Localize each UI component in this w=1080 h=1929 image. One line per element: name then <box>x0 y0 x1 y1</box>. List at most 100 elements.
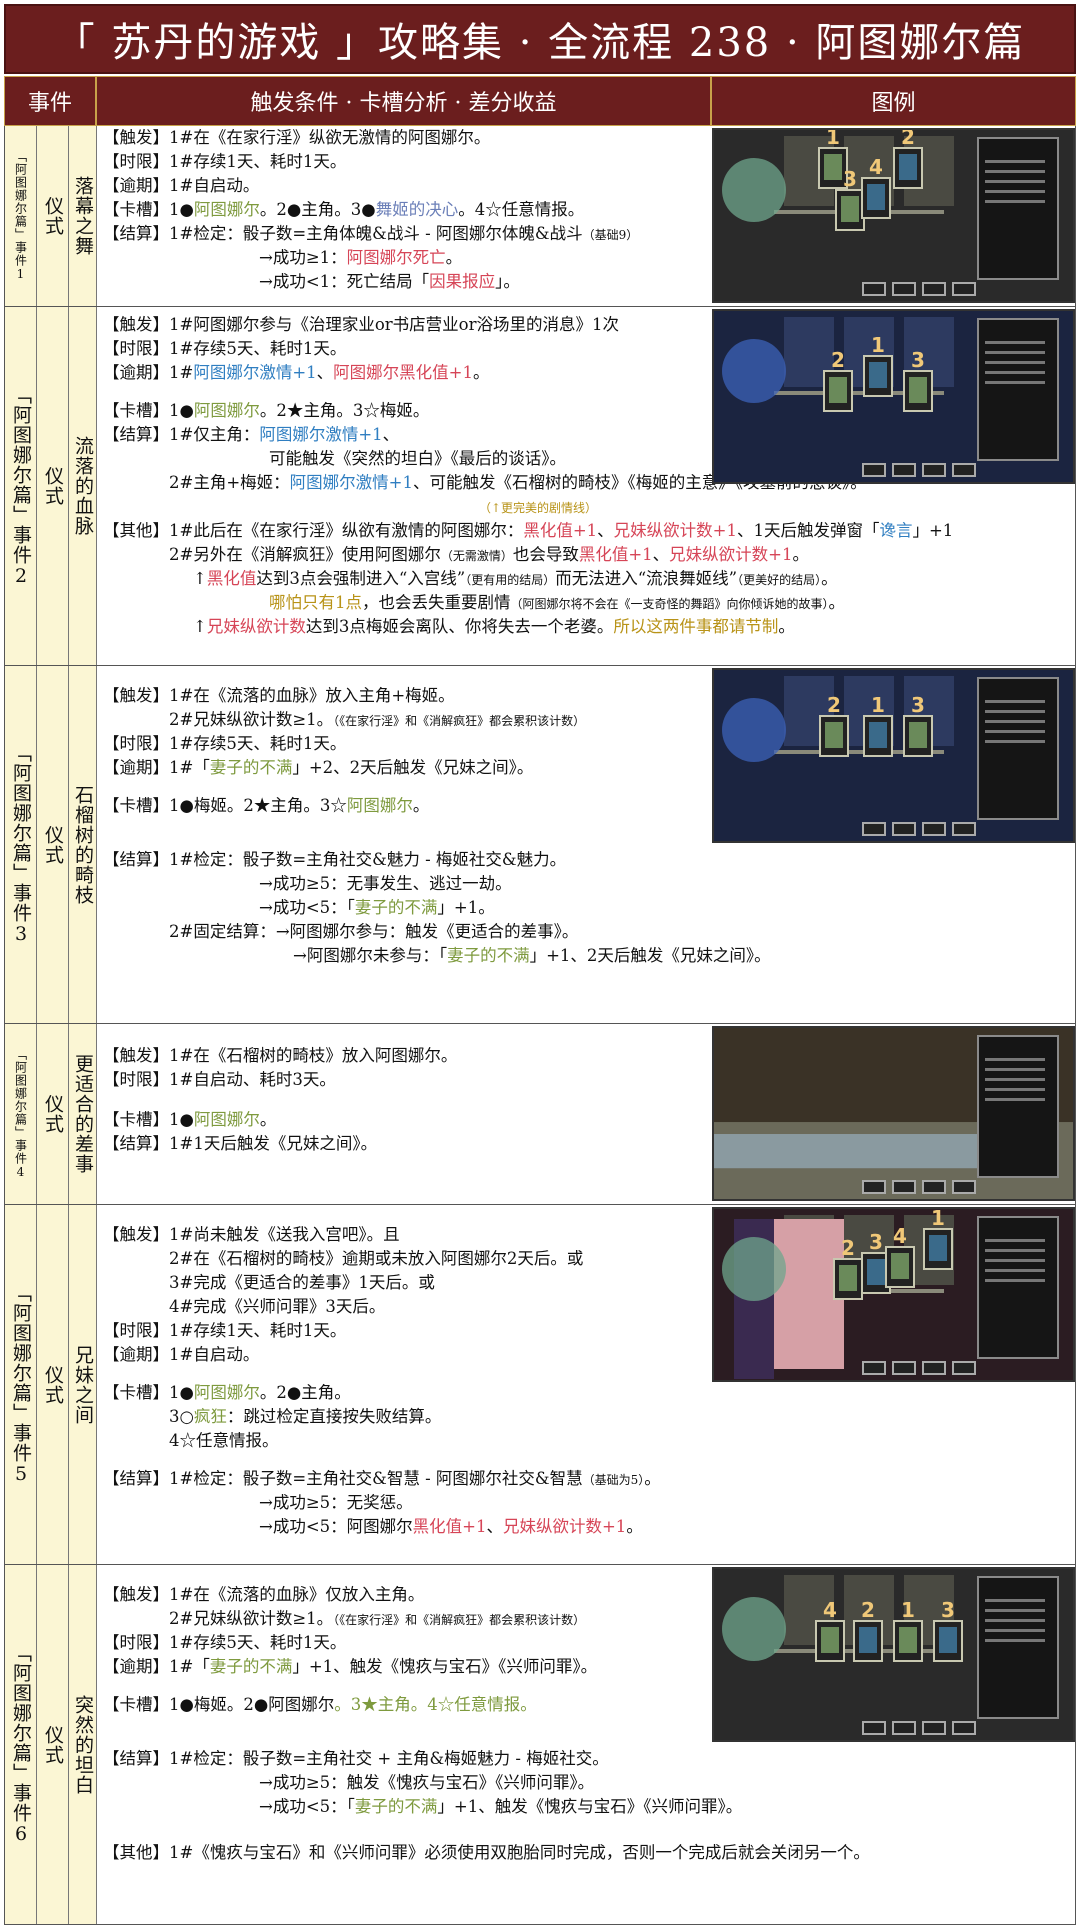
text-segment: （基础为5） <box>582 1473 645 1487</box>
description-line: 【时限】1#存续1天、耗时1天。 <box>103 150 346 174</box>
text-segment: 」+1、触发《愧疚与宝石》《兴师问罪》。 <box>292 1657 598 1676</box>
description-line: 【结算】1#仅主角：阿图娜尔激情+1、 <box>103 423 399 447</box>
text-segment: 【逾期】1#自启动。 <box>103 176 260 195</box>
description-line: 【卡槽】1●阿图娜尔。2●主角。3●舞姬的决心。4☆任意情报。 <box>103 198 584 222</box>
text-segment: →成功<5：「 <box>259 898 355 917</box>
text-segment: 。2●主角。3● <box>259 200 376 219</box>
description-line: →成功<1：死亡结局「因果报应」。 <box>259 270 520 294</box>
chapter-label-text: 「阿图娜尔篇」事件5 <box>10 1283 32 1486</box>
description-line: 【逾期】1#「妻子的不满」+1、触发《愧疚与宝石》《兴师问罪》。 <box>103 1655 597 1679</box>
text-segment: →成功≥1： <box>259 248 347 267</box>
chapter-label-text: 「阿图娜尔篇」事件6 <box>10 1643 32 1846</box>
description-line: 【卡槽】1●梅姬。2★主角。3☆阿图娜尔。 <box>103 794 429 818</box>
description-line: 【时限】1#存续5天、耗时1天。 <box>103 337 346 361</box>
description-line: →成功≥5：触发《愧疚与宝石》《兴师问罪》。 <box>259 1771 594 1795</box>
slot-number: 2 <box>831 348 845 372</box>
text-segment: 【结算】1#仅主角： <box>103 425 260 444</box>
text-segment: 、 <box>382 425 400 444</box>
slot-number: 3 <box>843 167 857 191</box>
description-line: 哪怕只有1点，也会丢失重要剧情（阿图娜尔将不会在《一支奇怪的舞蹈》向你倾诉她的故… <box>269 591 845 615</box>
text-segment: 阿图娜尔 <box>193 1383 260 1402</box>
text-segment: 阿图娜尔激情+1 <box>289 473 413 492</box>
description-line: 2#兄妹纵欲计数≥1。（《在家行淫》和《消解疯狂》都会累积该计数） <box>169 1607 585 1631</box>
event-name-text: 更适合的差事 <box>72 1054 94 1174</box>
text-segment: 可能触发《突然的坦白》《最后的谈话》。 <box>269 449 566 468</box>
text-segment: 【触发】1#在《流落的血脉》仅放入主角。 <box>103 1585 425 1604</box>
text-segment: 【逾期】1#「 <box>103 758 210 777</box>
text-segment: 而无法进入“流浪舞姬线” <box>555 569 738 588</box>
text-segment: 达到3点会强制进入“入宫线” <box>256 569 466 588</box>
chapter-label: 「阿图娜尔篇」事件6 <box>5 1565 37 1924</box>
text-segment: →成功≥5：无奖惩。 <box>259 1493 413 1512</box>
slot-number: 1 <box>826 130 840 149</box>
text-segment: 2#另外在《消解疯狂》使用阿图娜尔 <box>169 545 441 564</box>
text-segment: →成功≥5：无事发生、逃过一劫。 <box>259 874 512 893</box>
text-segment: （《在家行淫》和《消解疯狂》都会累积该计数） <box>333 1613 586 1627</box>
description-line: →阿图娜尔未参与：「妻子的不满」+1、2天后触发《兄妹之间》。 <box>293 944 771 968</box>
description-line: 4#完成《兴师问罪》3天后。 <box>169 1295 385 1319</box>
game-screenshot: 234 1 <box>712 1207 1075 1382</box>
text-segment: 。4☆任意情报。 <box>458 200 585 219</box>
text-segment: 达到3点梅姬会离队、你将失去一个老婆。 <box>305 617 614 636</box>
text-segment: 兄妹纵欲计数 <box>206 617 306 636</box>
chapter-label: 「阿图娜尔篇」事件4 <box>5 1024 37 1204</box>
text-segment: 谗言 <box>879 521 913 540</box>
event-row-5: 「阿图娜尔篇」事件5 仪式 兄妹之间 【触发】1#尚未触发《送我入宫吧》。且 2#在《石… <box>4 1205 1076 1565</box>
event-name: 兄妹之间 <box>69 1205 97 1564</box>
text-segment: 【时限】1#自启动、耗时3天。 <box>103 1070 336 1089</box>
event-type: 仪式 <box>37 666 69 1023</box>
event-name-text: 突然的坦白 <box>72 1694 94 1795</box>
text-segment: 、 <box>652 545 670 564</box>
slot-number: 1 <box>871 333 885 357</box>
text-segment: 舞姬的决心 <box>375 200 459 219</box>
text-segment: →阿图娜尔未参与：「 <box>293 946 448 965</box>
description-line: 2#在《石榴树的畸枝》逾期或未放入阿图娜尔2天后。或 <box>169 1247 583 1271</box>
description-line: 【逾期】1#自启动。 <box>103 1343 259 1367</box>
chapter-label-text: 「阿图娜尔篇」事件4 <box>13 1048 28 1180</box>
event-type: 仪式 <box>37 307 69 665</box>
text-segment: 2#在《石榴树的畸枝》逾期或未放入阿图娜尔2天后。或 <box>169 1249 584 1268</box>
text-segment: 也会导致 <box>512 545 579 564</box>
text-segment: 」+1。 <box>437 898 495 917</box>
slot-number: 2 <box>841 1236 855 1260</box>
event-type: 仪式 <box>37 1024 69 1204</box>
header-image: 图例 <box>711 76 1076 126</box>
description-line: 【逾期】1#自启动。 <box>103 174 259 198</box>
description-line: 【结算】1#检定：骰子数=主角社交&智慧 - 阿图娜尔社交&智慧（基础为5）。 <box>103 1467 661 1491</box>
description-line: ↑兄妹纵欲计数达到3点梅姬会离队、你将失去一个老婆。所以这两件事都请节制。 <box>193 615 795 639</box>
slot-number: 4 <box>869 155 883 179</box>
event-type-text: 仪式 <box>42 824 64 865</box>
text-segment: （更美好的结局） <box>737 573 822 587</box>
description-line: 【触发】1#阿图娜尔参与《治理家业or书店营业or浴场里的消息》1次 <box>103 313 619 337</box>
description-line: 可能触发《突然的坦白》《最后的谈话》。 <box>269 447 566 471</box>
text-segment: （无需激情） <box>440 549 513 563</box>
description-line: 【触发】1#在《流落的血脉》放入主角+梅姬。 <box>103 684 455 708</box>
text-segment: 阿图娜尔 <box>193 200 260 219</box>
game-screenshot: 1 2 34 <box>712 128 1075 303</box>
text-segment: 。 <box>259 1110 277 1129</box>
text-segment: 【时限】1#存续1天、耗时1天。 <box>103 152 347 171</box>
text-segment: 【卡槽】1● <box>103 200 194 219</box>
chapter-label: 「阿图娜尔篇」事件2 <box>5 307 37 665</box>
slot-number: 1 <box>901 1598 915 1622</box>
text-segment: 黑化值 <box>206 569 257 588</box>
text-segment: 。 <box>778 617 795 636</box>
text-segment: 黑化值+1 <box>523 521 598 540</box>
description-line: →成功<5：「妻子的不满」+1、触发《愧疚与宝石》《兴师问罪》。 <box>259 1795 742 1819</box>
text-segment: 哪怕只有1点 <box>269 593 362 612</box>
text-segment: 、 <box>597 521 614 540</box>
text-segment: 阿图娜尔死亡 <box>346 248 446 267</box>
event-row-2: 「阿图娜尔篇」事件2 仪式 流落的血脉 【触发】1#阿图娜尔参与《治理家业or书店营业… <box>4 307 1076 666</box>
event-name: 流落的血脉 <box>69 307 97 665</box>
text-segment: 阿图娜尔 <box>268 1695 335 1714</box>
game-screenshot: 2 1 3 <box>712 668 1075 843</box>
text-segment: →成功<5：「 <box>259 1797 355 1816</box>
header-event: 事件 <box>4 76 96 126</box>
event-name-text: 流落的血脉 <box>72 436 94 536</box>
event-description: 【触发】1#尚未触发《送我入宫吧》。且 2#在《石榴树的畸枝》逾期或未放入阿图娜尔… <box>97 1205 712 1564</box>
description-line: ↑黑化值达到3点会强制进入“入宫线”（更有用的结局）而无法进入“流浪舞姬线”（更… <box>193 567 838 591</box>
event-name: 突然的坦白 <box>69 1565 97 1924</box>
description-line: 【时限】1#存续1天、耗时1天。 <box>103 1319 346 1343</box>
text-segment: 3○ <box>169 1407 194 1426</box>
description-line: →成功≥5：无事发生、逃过一劫。 <box>259 872 512 896</box>
